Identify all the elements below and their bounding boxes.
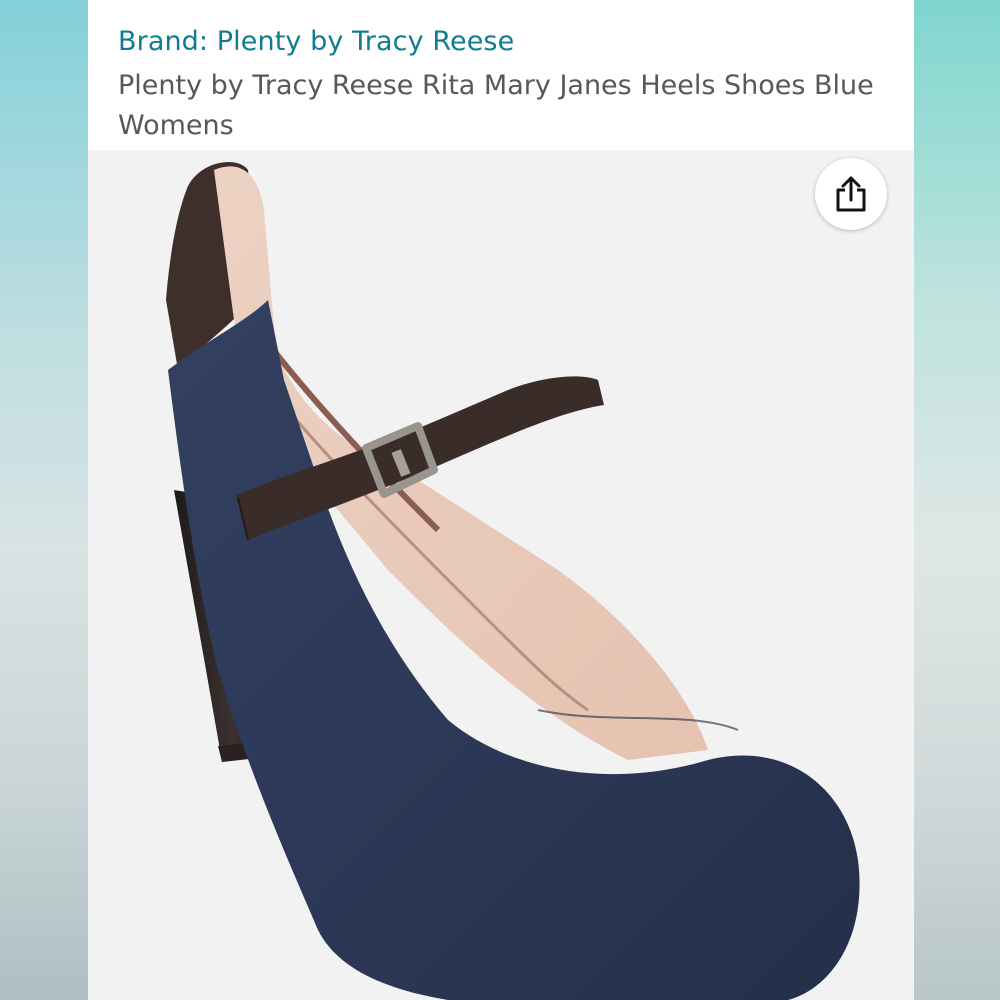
brand-link[interactable]: Brand: Plenty by Tracy Reese — [118, 26, 514, 57]
share-icon — [836, 176, 866, 212]
product-image-area[interactable] — [88, 150, 914, 1000]
product-card: Brand: Plenty by Tracy Reese Plenty by T… — [88, 0, 914, 1000]
product-header: Brand: Plenty by Tracy Reese Plenty by T… — [88, 0, 914, 150]
product-image — [166, 162, 860, 1000]
background-right — [914, 0, 1000, 1000]
background-left — [0, 0, 88, 1000]
product-title: Plenty by Tracy Reese Rita Mary Janes He… — [118, 70, 874, 141]
share-button[interactable] — [815, 158, 887, 230]
